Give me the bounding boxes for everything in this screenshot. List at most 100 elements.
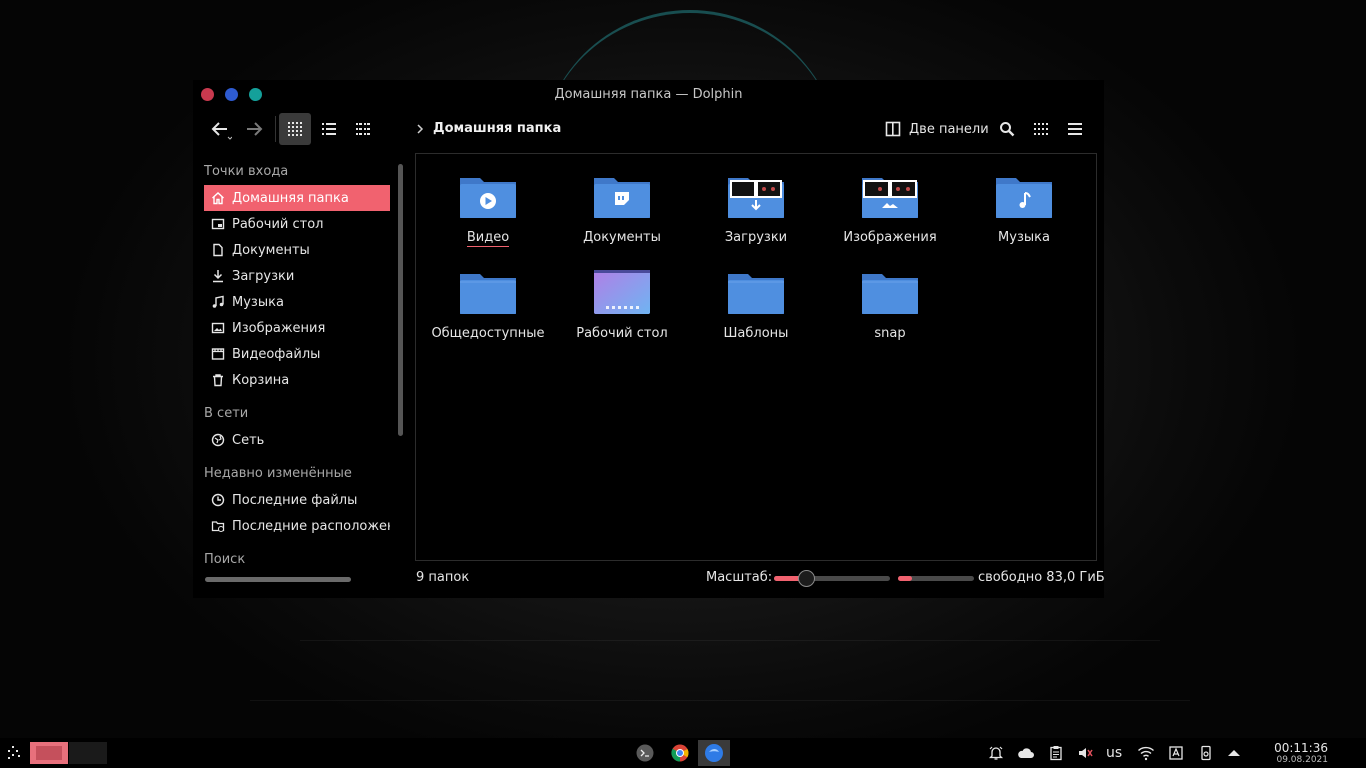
pager-desktop-1[interactable] — [30, 742, 68, 764]
sidebar-item-network[interactable]: Сеть — [204, 427, 390, 453]
zoom-slider[interactable] — [774, 570, 890, 587]
forward-button[interactable] — [239, 113, 269, 145]
back-button[interactable] — [205, 113, 235, 145]
tray-cloud[interactable] — [1016, 741, 1036, 765]
clock-date[interactable]: 09.08.2021 — [1270, 755, 1328, 765]
task-terminal[interactable] — [634, 741, 656, 765]
status-bar: 9 папок Масштаб: свободно 83,0 ГиБ — [415, 568, 1105, 590]
keyboard-layout-indicator[interactable]: us — [1106, 745, 1122, 761]
zoom-label: Масштаб: — [706, 570, 773, 585]
folder-download-icon — [728, 178, 784, 218]
breadcrumb-home[interactable]: Домашняя папка — [433, 121, 561, 136]
zoom-slider-handle[interactable] — [798, 570, 816, 587]
sidebar-item-pictures[interactable]: Изображения — [204, 315, 390, 341]
sidebar-item-desktop[interactable]: Рабочий стол — [204, 211, 390, 237]
tray-expand-button[interactable] — [1224, 741, 1244, 765]
view-options-icon — [1034, 123, 1048, 135]
folder-video-icon — [460, 178, 516, 218]
folder-item[interactable]: Загрузки — [689, 172, 823, 264]
folder-item[interactable]: Изображения — [823, 172, 957, 264]
folder-item[interactable]: Общедоступные — [421, 268, 555, 360]
folder-item[interactable]: snap — [823, 268, 957, 360]
section-title-places: Точки входа — [204, 164, 289, 179]
terminal-icon — [636, 744, 654, 762]
view-options-button[interactable] — [1027, 113, 1055, 145]
split-view-button[interactable]: Две панели — [883, 115, 991, 143]
breadcrumb[interactable]: Домашняя папка — [415, 121, 561, 136]
dolphin-window: Домашняя папка — Dolphin Домашняя папка — [193, 80, 1105, 598]
folder-label: Изображения — [843, 230, 937, 245]
section-title-search: Поиск — [204, 552, 246, 567]
folder-item[interactable]: Музыка — [957, 172, 1091, 264]
trash-icon — [213, 374, 223, 387]
sidebar-horizontal-scrollbar[interactable] — [205, 577, 351, 582]
folder-label: Шаблоны — [723, 326, 789, 341]
arrow-left-icon — [211, 122, 232, 140]
folder-item[interactable]: Видео — [421, 172, 555, 264]
task-chrome[interactable] — [669, 741, 691, 765]
folder-item[interactable]: Рабочий стол — [555, 268, 689, 360]
sidebar-item-recent-locations[interactable]: Последние расположения — [204, 513, 390, 539]
launcher-icon — [8, 746, 20, 759]
chevron-up-icon — [1228, 750, 1240, 756]
clipboard-icon — [1050, 746, 1062, 761]
app-launcher-button[interactable] — [4, 741, 24, 765]
sidebar-item-downloads[interactable]: Загрузки — [204, 263, 390, 289]
compact-view-button[interactable] — [347, 113, 379, 145]
folder-label: Загрузки — [724, 230, 788, 245]
main-menu-button[interactable] — [1061, 113, 1089, 145]
tray-notifications[interactable] — [986, 741, 1006, 765]
search-icon — [1000, 122, 1015, 137]
task-dolphin[interactable] — [698, 740, 730, 766]
sidebar-vertical-scrollbar[interactable] — [398, 164, 403, 436]
folder-item[interactable]: Шаблоны — [689, 268, 823, 360]
folder-icon — [862, 274, 918, 314]
folder-label: Общедоступные — [431, 326, 545, 341]
folder-label: Музыка — [998, 230, 1050, 245]
image-icon — [211, 322, 225, 334]
tray-wifi[interactable] — [1136, 741, 1156, 765]
folder-item[interactable]: Документы — [555, 172, 689, 264]
pager-desktop-2[interactable] — [69, 742, 107, 764]
file-view[interactable]: Видео Документы Загрузки Изображения Муз… — [415, 153, 1097, 561]
sidebar-item-home[interactable]: Домашняя папка — [204, 185, 390, 211]
chrome-icon — [671, 744, 689, 762]
sidebar-item-label: Рабочий стол — [232, 216, 324, 232]
sidebar-item-recent-files[interactable]: Последние файлы — [204, 487, 390, 513]
clock-time[interactable]: 00:11:36 — [1274, 741, 1328, 755]
icons-view-icon — [288, 122, 302, 136]
tray-devices[interactable] — [1196, 741, 1216, 765]
taskbar: us 00:11:36 09.08.2021 — [0, 738, 1366, 768]
sidebar-item-label: Видеофайлы — [232, 346, 321, 362]
icons-view-button[interactable] — [279, 113, 311, 145]
places-panel: Точки входа Домашняя папка Рабочий стол … — [197, 156, 390, 570]
volume-muted-icon — [1079, 748, 1093, 758]
desktop-wallpaper: Домашняя папка — Dolphin Домашняя папка — [0, 0, 1366, 738]
folder-documents-icon — [594, 178, 650, 218]
sidebar-item-music[interactable]: Музыка — [204, 289, 390, 315]
compact-view-icon — [356, 123, 370, 135]
folder-label: Видео — [466, 230, 510, 247]
clock-icon — [211, 493, 225, 507]
sidebar-item-label: Последние файлы — [232, 492, 358, 508]
sidebar-item-documents[interactable]: Документы — [204, 237, 390, 263]
tray-volume[interactable] — [1075, 741, 1095, 765]
device-icon — [1201, 745, 1211, 761]
title-bar[interactable]: Домашняя папка — Dolphin — [193, 80, 1104, 110]
section-title-recent: Недавно изменённые — [204, 466, 352, 481]
folder-count: 9 папок — [416, 570, 470, 585]
dolphin-icon — [705, 744, 723, 762]
sidebar-item-trash[interactable]: Корзина — [204, 367, 390, 393]
arrow-right-icon — [247, 122, 263, 136]
tray-input-method[interactable] — [1166, 741, 1186, 765]
details-view-icon — [322, 123, 336, 135]
window-title: Домашняя папка — Dolphin — [554, 87, 743, 102]
section-title-network: В сети — [204, 406, 249, 421]
sidebar-item-videos[interactable]: Видеофайлы — [204, 341, 390, 367]
tray-clipboard[interactable] — [1046, 741, 1066, 765]
free-space-bar — [898, 576, 974, 581]
document-icon — [213, 243, 223, 257]
folder-label: snap — [874, 326, 906, 341]
details-view-button[interactable] — [313, 113, 345, 145]
search-button[interactable] — [993, 113, 1021, 145]
